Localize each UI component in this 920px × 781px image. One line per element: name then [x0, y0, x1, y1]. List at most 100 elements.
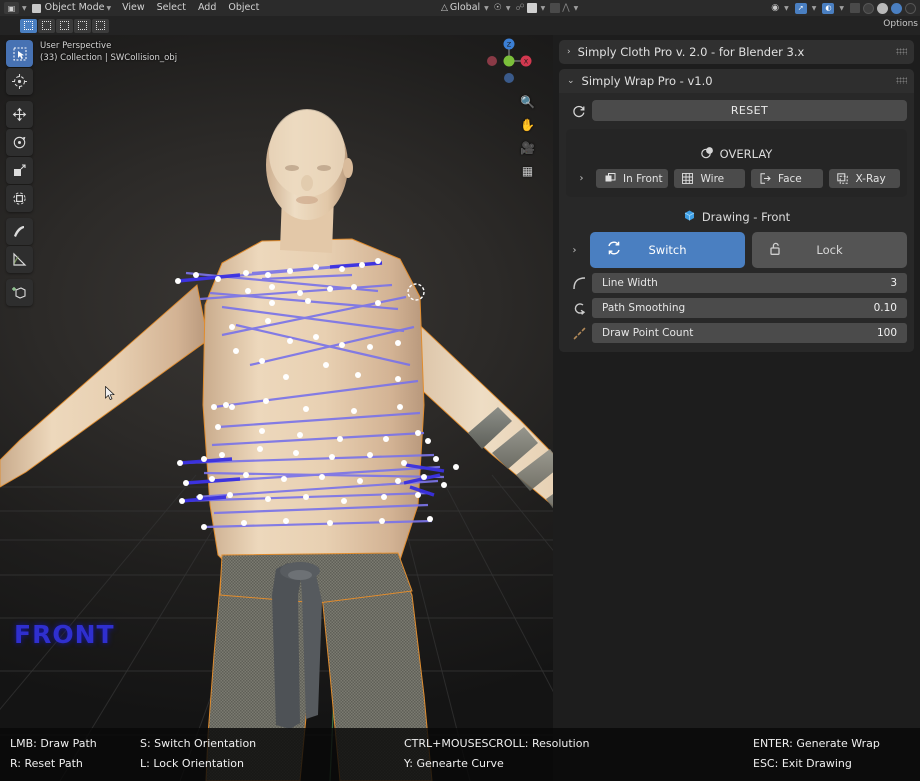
select-mode-invert-icon[interactable]: [74, 18, 91, 33]
transform-tool[interactable]: [6, 185, 33, 212]
chevron-down-icon[interactable]: ▼: [106, 5, 111, 12]
face-icon: [759, 173, 771, 184]
transform-orientation-icon: △: [440, 3, 448, 13]
menu-view[interactable]: View: [116, 2, 151, 14]
rotate-tool[interactable]: [6, 129, 33, 156]
slider-path-smoothing[interactable]: Path Smoothing 0.10: [592, 298, 907, 318]
chevron-down-icon[interactable]: ▼: [784, 5, 789, 12]
chevron-down-icon[interactable]: ▼: [22, 5, 27, 12]
dots-icon: [566, 323, 592, 343]
camera-icon[interactable]: 🎥: [520, 141, 535, 155]
panel-simply-cloth-pro[interactable]: › Simply Cloth Pro v. 2.0 - for Blender …: [559, 40, 914, 64]
slider-line-width[interactable]: Line Width 3: [592, 273, 907, 293]
cursor-tool[interactable]: [6, 68, 33, 95]
switch-button[interactable]: Switch: [590, 232, 745, 268]
toggle-xray-label: X-Ray: [855, 172, 886, 185]
lock-button[interactable]: Lock: [752, 232, 907, 268]
panel-drag-grip[interactable]: [896, 77, 907, 84]
chevron-down-icon[interactable]: ▼: [812, 5, 817, 12]
toggle-wire-label: Wire: [700, 172, 725, 185]
panel-drag-grip[interactable]: [896, 48, 907, 55]
chevron-right-icon[interactable]: ›: [567, 47, 571, 57]
shading-rendered-icon[interactable]: [905, 2, 916, 14]
annotate-tool[interactable]: [6, 218, 33, 245]
shading-solid-icon[interactable]: [877, 2, 888, 14]
reset-button[interactable]: RESET: [592, 100, 907, 121]
proportional-edit-icon[interactable]: [550, 3, 561, 13]
switch-icon: [606, 240, 622, 260]
mode-selector[interactable]: Object Mode ▼: [29, 2, 117, 14]
toggle-face-label: Face: [778, 172, 802, 185]
viewport-shading-controls: ◉ ▼ ➚ ▼ ◐ ▼: [771, 2, 920, 14]
chevron-down-icon[interactable]: ▼: [506, 5, 511, 12]
select-mode-group: [20, 18, 109, 33]
snap-target-icon[interactable]: [526, 3, 537, 13]
svg-text:X: X: [524, 58, 529, 66]
falloff-curve-icon[interactable]: ⋀: [562, 3, 569, 13]
overlays-toggle-icon[interactable]: ◐: [822, 2, 835, 14]
chevron-right-icon[interactable]: ›: [573, 173, 590, 184]
chevron-down-icon[interactable]: ▼: [541, 5, 546, 12]
shortcut-column-2: S: Switch Orientation L: Lock Orientatio…: [140, 734, 256, 774]
select-mode-subtract-icon[interactable]: [56, 18, 73, 33]
panel-body-wrap-pro: RESET OVERLAY › In Front Wire Face X-Ray…: [559, 93, 914, 352]
gizmo-axis-neg-z: [504, 73, 514, 83]
visibility-icon[interactable]: ◉: [771, 3, 779, 13]
overlay-title-row: OVERLAY: [573, 146, 900, 162]
addon-sidebar: › Simply Cloth Pro v. 2.0 - for Blender …: [553, 35, 920, 781]
zoom-icon[interactable]: 🔍: [520, 95, 535, 109]
pivot-point-icon[interactable]: ☉: [494, 3, 502, 13]
measure-tool[interactable]: [6, 246, 33, 273]
slider-line-width-value: 3: [890, 277, 897, 289]
menu-add[interactable]: Add: [192, 2, 222, 14]
in-front-icon: [604, 173, 616, 184]
toggle-face[interactable]: Face: [751, 169, 823, 188]
toggle-in-front-label: In Front: [623, 172, 663, 185]
shortcut-s-switch-orientation: S: Switch Orientation: [140, 737, 257, 750]
chevron-right-icon[interactable]: ›: [566, 245, 583, 256]
shading-material-icon[interactable]: [891, 2, 902, 14]
panel-title-wrap-pro: Simply Wrap Pro - v1.0: [581, 74, 713, 88]
gizmo-toggle-icon[interactable]: ➚: [794, 2, 807, 14]
select-mode-extend-icon[interactable]: [38, 18, 55, 33]
hand-icon[interactable]: ✋: [520, 118, 535, 132]
wrap-path-overlay: [175, 258, 459, 530]
grid-icon[interactable]: ▦: [522, 164, 533, 178]
menu-object[interactable]: Object: [222, 2, 265, 14]
tweak-select-box-tool[interactable]: [6, 40, 33, 67]
slider-row-line-width: Line Width 3: [566, 273, 907, 293]
perspective-label: User Perspective: [40, 41, 112, 51]
select-mode-set-icon[interactable]: [20, 18, 37, 33]
add-cube-tool[interactable]: [6, 279, 33, 306]
cursor-marker: [407, 283, 425, 301]
slider-line-width-label: Line Width: [602, 277, 658, 289]
toggle-xray[interactable]: X-Ray: [828, 169, 900, 188]
3d-viewport[interactable]: User Perspective (33) Collection | SWCol…: [0, 35, 553, 781]
toggle-in-front[interactable]: In Front: [596, 169, 668, 188]
chevron-down-icon[interactable]: ▼: [839, 5, 844, 12]
transform-orientation-label[interactable]: Global: [450, 2, 480, 14]
scale-tool[interactable]: [6, 157, 33, 184]
xray-toggle-icon[interactable]: [850, 3, 860, 13]
options-label[interactable]: Options: [883, 19, 918, 29]
chevron-down-icon[interactable]: ▼: [484, 5, 489, 12]
chevron-down-icon[interactable]: ▼: [574, 5, 579, 12]
slider-draw-point-count-label: Draw Point Count: [602, 327, 694, 339]
editor-type-icon[interactable]: ▣: [4, 2, 19, 14]
panel-title-cloth-pro: Simply Cloth Pro v. 2.0 - for Blender 3.…: [577, 45, 805, 59]
navigation-gizmo[interactable]: Z X: [483, 35, 535, 87]
toggle-wire[interactable]: Wire: [673, 169, 745, 188]
slider-draw-point-count[interactable]: Draw Point Count 100: [592, 323, 907, 343]
snap-magnet-icon[interactable]: ☍: [516, 3, 525, 13]
select-mode-intersect-icon[interactable]: [92, 18, 109, 33]
menu-select[interactable]: Select: [151, 2, 192, 14]
chevron-down-icon[interactable]: ⌄: [567, 76, 575, 86]
shortcut-l-lock-orientation: L: Lock Orientation: [140, 757, 245, 770]
shortcut-enter-generate-wrap: ENTER: Generate Wrap: [753, 737, 880, 750]
lock-label: Lock: [816, 243, 843, 257]
panel-header-wrap-pro[interactable]: ⌄ Simply Wrap Pro - v1.0: [559, 69, 914, 93]
move-tool[interactable]: [6, 101, 33, 128]
shading-wireframe-icon[interactable]: [863, 2, 874, 14]
viewport-nav-buttons: 🔍 ✋ 🎥 ▦: [520, 95, 535, 178]
panel-header-cloth-pro[interactable]: › Simply Cloth Pro v. 2.0 - for Blender …: [559, 40, 914, 64]
